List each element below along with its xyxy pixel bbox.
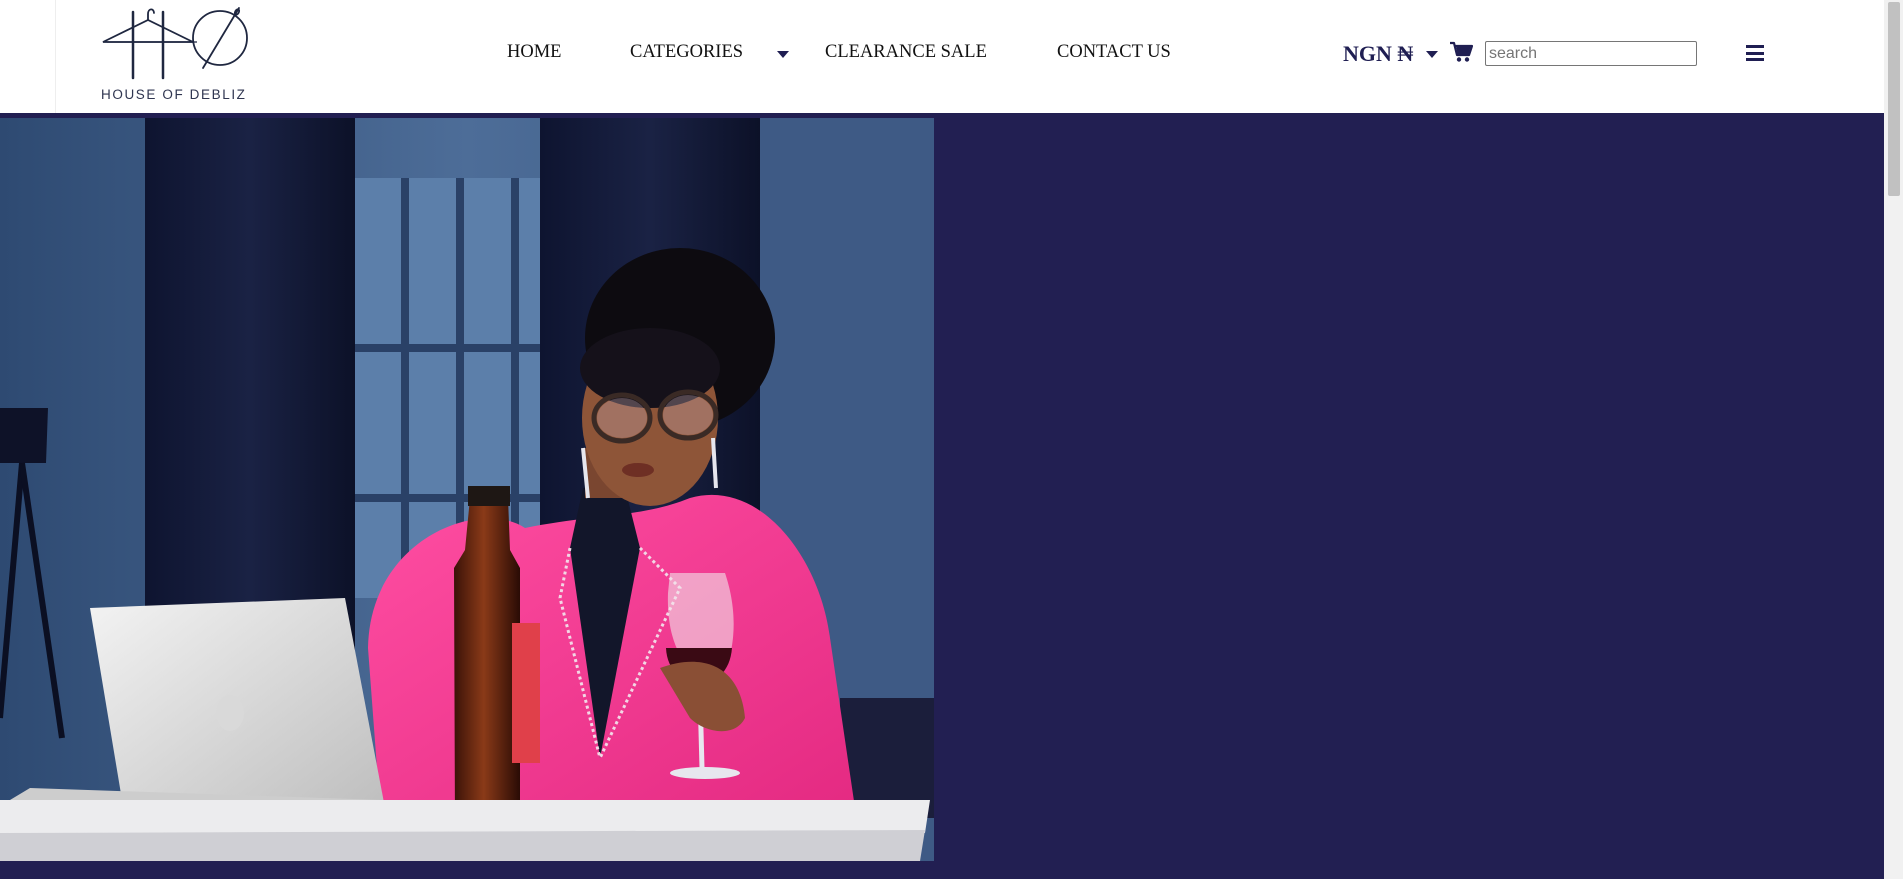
currency-caret-icon[interactable] (1426, 51, 1438, 58)
hanger-needle-monogram-icon (102, 7, 248, 80)
page-scrollbar[interactable] (1884, 0, 1903, 879)
site-logo[interactable]: HOUSE OF DEBLIZ (55, 0, 255, 113)
cart-icon[interactable] (1449, 41, 1474, 68)
hero-image (0, 118, 934, 861)
currency-label: NGN ₦ (1343, 41, 1414, 66)
hamburger-menu-icon[interactable] (1746, 45, 1764, 61)
hero-photo-woman-in-pink-blazer (0, 118, 934, 861)
nav-clearance-sale[interactable]: CLEARANCE SALE (825, 42, 987, 63)
hero-banner (0, 113, 1884, 879)
site-header: HOUSE OF DEBLIZ HOME CATEGORIES CLEARANC… (0, 0, 1884, 113)
brand-name: HOUSE OF DEBLIZ (101, 87, 247, 102)
search-input[interactable] (1485, 41, 1697, 66)
nav-contact-us[interactable]: CONTACT US (1057, 42, 1171, 63)
chevron-down-icon[interactable] (777, 51, 789, 58)
nav-home[interactable]: HOME (507, 42, 561, 63)
scrollbar-thumb[interactable] (1888, 2, 1900, 196)
currency-selector[interactable]: NGN ₦ (1343, 41, 1413, 67)
nav-categories[interactable]: CATEGORIES (630, 42, 743, 63)
